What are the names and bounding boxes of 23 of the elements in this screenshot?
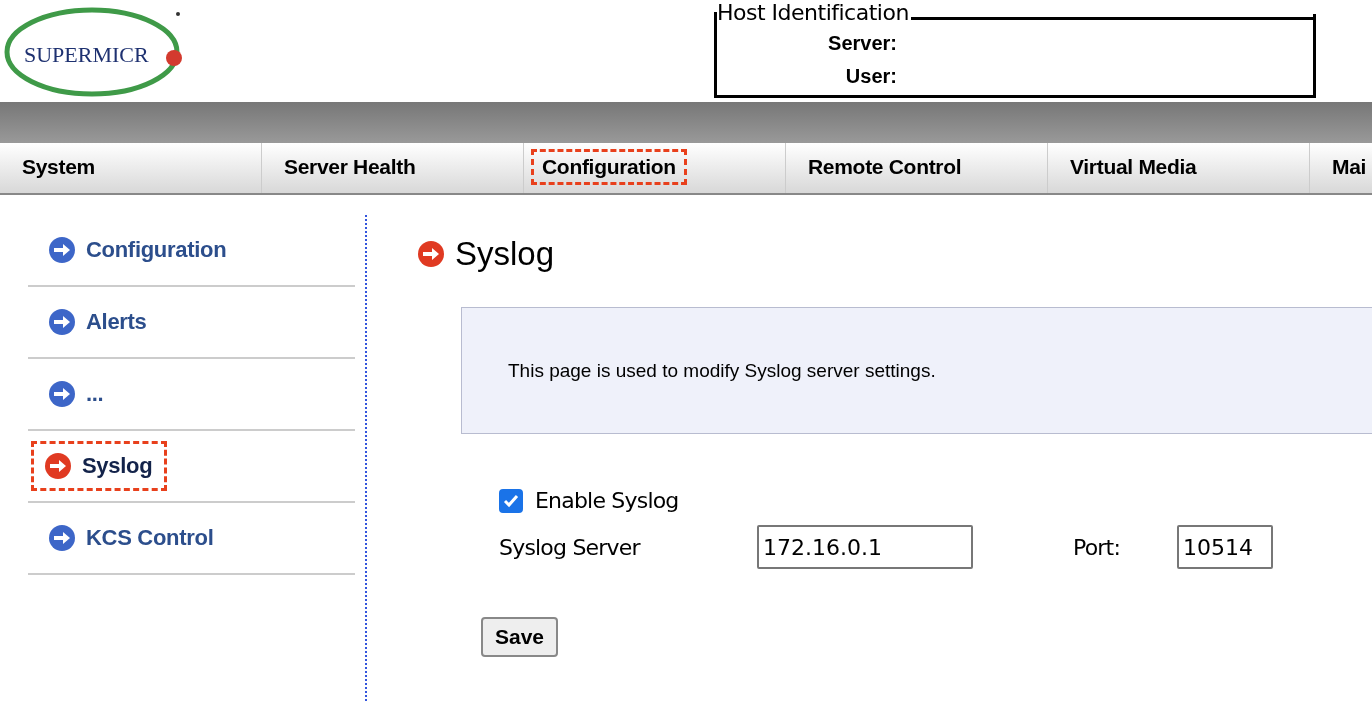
logo: SUPERMICR <box>4 6 184 98</box>
nav-tab[interactable]: System <box>0 143 262 193</box>
port-input[interactable]: 10514 <box>1177 525 1273 569</box>
field-label: Port: <box>1073 534 1122 560</box>
checkbox-label: Enable Syslog <box>535 488 679 513</box>
server-input[interactable]: 172.16.0.1 <box>757 525 973 569</box>
description-text: This page is used to modify Syslog server settings. <box>508 359 936 382</box>
nav-tab[interactable]: Server Health <box>262 143 524 193</box>
save-button[interactable]: Save <box>481 617 559 657</box>
sidebar-link[interactable]: ... <box>86 381 104 407</box>
page-title: Syslog <box>455 235 555 273</box>
field-label: Syslog Server <box>499 534 642 560</box>
sidebar-link[interactable]: Alerts <box>86 309 147 335</box>
checkbox[interactable] <box>499 488 523 513</box>
sidebar-link[interactable]: Configuration <box>86 237 227 263</box>
nav-tab[interactable]: Configuration <box>524 143 786 193</box>
field-label: User: <box>844 65 897 88</box>
nav-tab[interactable]: Virtual Media <box>1048 143 1310 193</box>
sidebar-link[interactable]: Syslog <box>82 453 153 479</box>
nav-tab[interactable]: Mai <box>1310 143 1372 193</box>
nav-tab[interactable]: Remote Control <box>786 143 1048 193</box>
field-label: Server: <box>827 32 897 55</box>
sidebar-link[interactable]: KCS Control <box>86 525 214 551</box>
